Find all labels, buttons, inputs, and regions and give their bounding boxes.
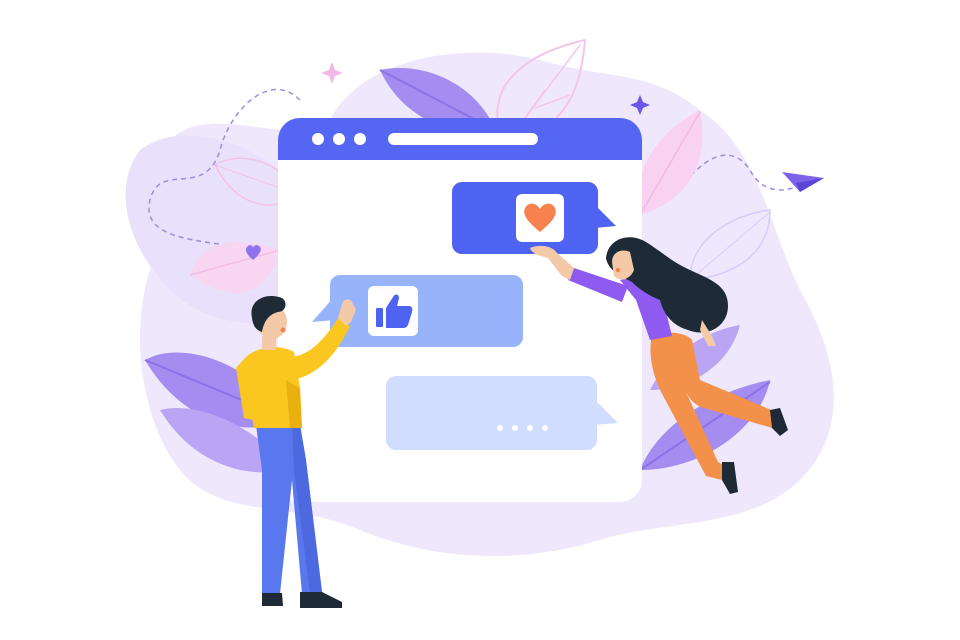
social-chat-illustration (125, 38, 834, 608)
window-dot (333, 133, 345, 145)
window-dot (312, 133, 324, 145)
chat-bubble-typing (386, 376, 618, 450)
address-bar (388, 133, 538, 145)
illustration-stage (0, 0, 960, 640)
chat-bubble-heart (452, 182, 616, 254)
window-dot (354, 133, 366, 145)
sparkle-icon (321, 62, 343, 84)
